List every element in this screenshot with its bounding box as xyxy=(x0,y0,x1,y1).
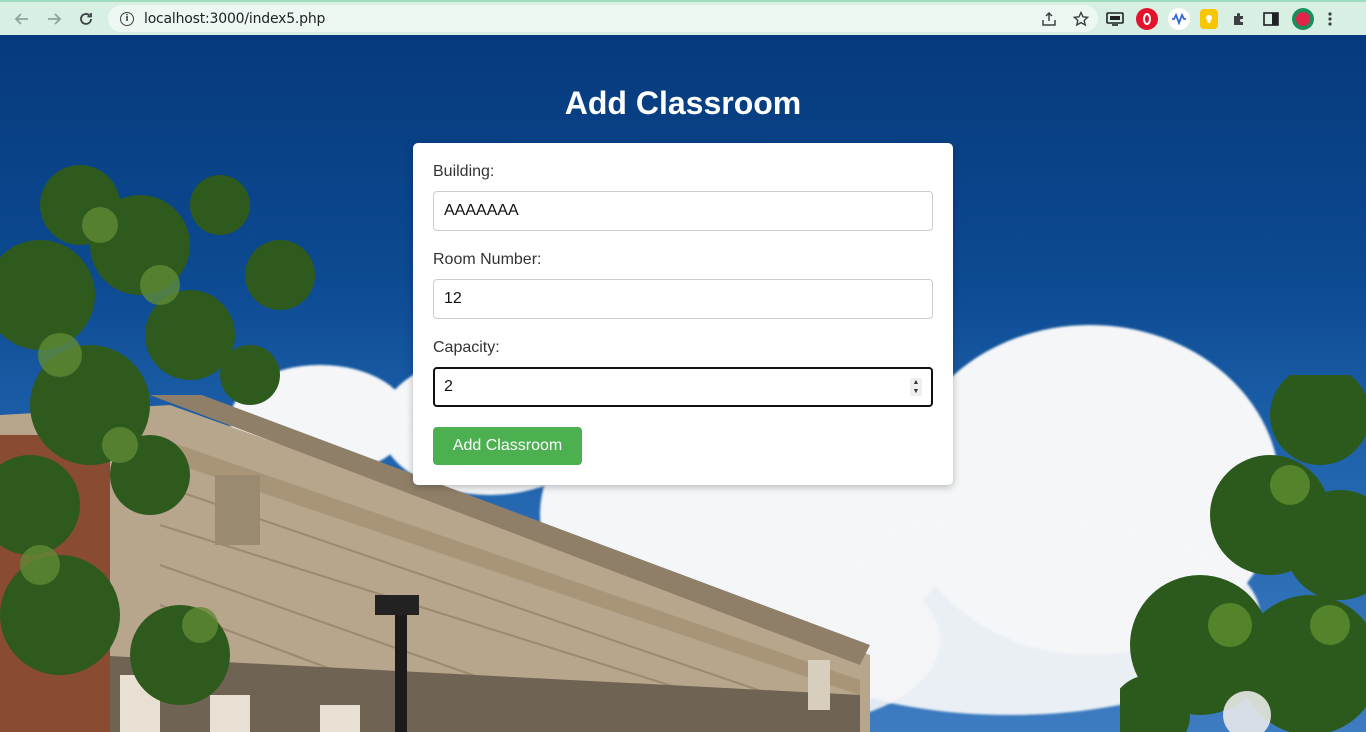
kebab-menu-icon[interactable] xyxy=(1324,8,1336,30)
address-bar[interactable]: i localhost:3000/index5.php xyxy=(108,5,1098,32)
stepper-down-icon[interactable]: ▼ xyxy=(913,388,920,395)
room-number-group: Room Number: 12 xyxy=(433,251,933,319)
capacity-label: Capacity: xyxy=(433,339,500,356)
add-classroom-button[interactable]: Add Classroom xyxy=(433,427,582,465)
building-input[interactable]: AAAAAAA xyxy=(433,191,933,231)
capacity-stepper[interactable]: ▲ ▼ xyxy=(910,378,922,396)
extensions-bar xyxy=(1104,5,1336,32)
room-number-value: 12 xyxy=(444,290,462,307)
add-classroom-form: Building: AAAAAAA Room Number: 12 Capaci… xyxy=(413,143,953,485)
audio-wave-icon[interactable] xyxy=(1168,7,1190,30)
back-button[interactable] xyxy=(6,3,38,35)
capacity-input[interactable]: 2 ▲ ▼ xyxy=(433,367,933,407)
page-title: Add Classroom xyxy=(564,85,802,121)
tree-right-image xyxy=(1120,375,1366,732)
side-panel-icon[interactable] xyxy=(1260,8,1282,30)
room-number-input[interactable]: 12 xyxy=(433,279,933,319)
arrow-left-icon xyxy=(14,12,28,25)
arrow-right-icon xyxy=(48,12,62,25)
opera-icon[interactable] xyxy=(1136,7,1158,30)
profile-avatar[interactable] xyxy=(1292,7,1314,30)
building-group: Building: AAAAAAA xyxy=(433,163,933,231)
capacity-group: Capacity: 2 ▲ ▼ xyxy=(433,339,933,407)
star-icon[interactable] xyxy=(1072,10,1090,28)
tree-left-image xyxy=(0,165,315,705)
puzzle-icon[interactable] xyxy=(1228,8,1250,30)
reload-icon xyxy=(80,12,92,25)
building-label: Building: xyxy=(433,163,495,180)
cast-icon[interactable] xyxy=(1104,8,1126,30)
keep-icon[interactable] xyxy=(1200,8,1218,29)
browser-toolbar: i localhost:3000/index5.php xyxy=(0,0,1366,35)
stepper-up-icon[interactable]: ▲ xyxy=(913,379,920,386)
address-url[interactable]: localhost:3000/index5.php xyxy=(144,11,325,27)
room-number-label: Room Number: xyxy=(433,251,542,268)
capacity-value: 2 xyxy=(444,378,453,395)
info-icon[interactable]: i xyxy=(120,11,134,26)
page-background: Add Classroom Building: AAAAAAA Room Num… xyxy=(0,35,1366,732)
reload-button[interactable] xyxy=(70,3,102,35)
share-icon[interactable] xyxy=(1040,10,1058,28)
building-value: AAAAAAA xyxy=(444,202,519,219)
forward-button[interactable] xyxy=(38,3,70,35)
